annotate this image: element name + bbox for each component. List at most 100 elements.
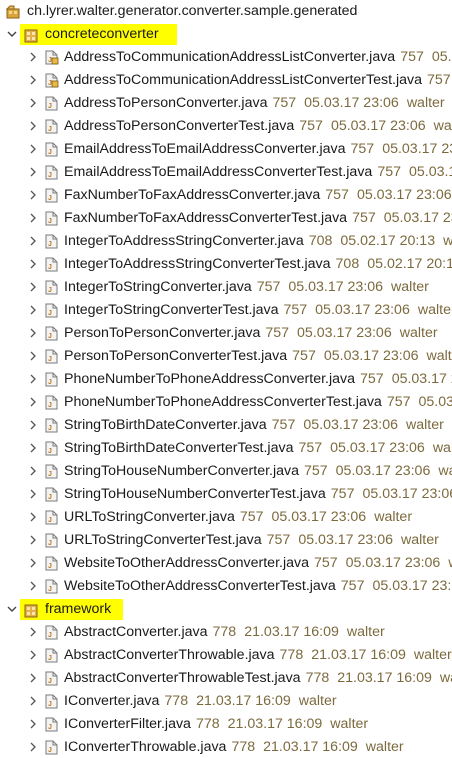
- tree-row-file[interactable]: J AddressToPersonConverter.java 757 05.03.1…: [0, 92, 452, 115]
- tree-row-file[interactable]: J PersonToPersonConverterTest.java 757 05.0…: [0, 345, 452, 368]
- tree-row-file[interactable]: J AbstractConverter.java 778 21.03.17 16:09…: [0, 621, 452, 644]
- tree-row-file[interactable]: J StringToBirthDateConverterTest.java 757 0…: [0, 437, 452, 460]
- java-file-icon: J: [44, 418, 59, 433]
- tree-row-file[interactable]: J StringToHouseNumberConverterTest.java 75…: [0, 483, 452, 506]
- tree-row-package-framework[interactable]: framework: [0, 598, 452, 621]
- tree-row-file[interactable]: J IConverterFilter.java 778 21.03.17 16:09 w…: [0, 713, 452, 736]
- tree-row-file[interactable]: J PhoneNumberToPhoneAddressConverterTest.…: [0, 391, 452, 414]
- java-file-icon: J: [44, 119, 59, 134]
- tree-row-package-concreteconverter[interactable]: concreteconverter: [0, 23, 452, 46]
- package-explorer-tree: ch.lyrer.walter.generator.converter.samp…: [0, 0, 452, 758]
- java-file-icon: J: [44, 487, 59, 502]
- tree-row-file[interactable]: J AddressToCommunicationAddressListConver…: [0, 46, 452, 69]
- chevron-right-icon[interactable]: [27, 644, 39, 667]
- tree-row-file[interactable]: J FaxNumberToFaxAddressConverterTest.java…: [0, 207, 452, 230]
- chevron-right-icon[interactable]: [27, 736, 39, 758]
- tree-row-file[interactable]: J AddressToPersonConverterTest.java 757 05.…: [0, 115, 452, 138]
- file-date: 05.03.17 23:06: [315, 302, 410, 318]
- chevron-right-icon[interactable]: [27, 138, 39, 161]
- tree-row-file[interactable]: J IConverter.java 778 21.03.17 16:09 walter: [0, 690, 452, 713]
- svg-text:J: J: [48, 264, 52, 271]
- chevron-right-icon[interactable]: [27, 161, 39, 184]
- file-name: AddressToPersonConverterTest.java: [64, 118, 295, 134]
- chevron-right-icon[interactable]: [27, 115, 39, 138]
- tree-row-file[interactable]: J URLToStringConverterTest.java 757 05.03.1…: [0, 529, 452, 552]
- chevron-right-icon[interactable]: [27, 184, 39, 207]
- svg-text:J: J: [48, 563, 52, 570]
- file-date: 21.03.17 16:09: [196, 693, 291, 709]
- chevron-right-icon[interactable]: [27, 552, 39, 575]
- file-name: WebsiteToOtherAddressConverterTest.java: [64, 578, 336, 594]
- tree-row-file[interactable]: J IntegerToAddressStringConverter.java 708…: [0, 230, 452, 253]
- file-revision: 757: [340, 578, 365, 594]
- chevron-right-icon[interactable]: [27, 414, 39, 437]
- tree-row-file[interactable]: J EmailAddressToEmailAddressConverterTest…: [0, 161, 452, 184]
- file-date: 21.03.17 16:09: [337, 670, 432, 686]
- file-name: FaxNumberToFaxAddressConverterTest.java: [64, 210, 348, 226]
- chevron-right-icon[interactable]: [27, 460, 39, 483]
- java-file-icon: J: [44, 349, 59, 364]
- tree-row-file[interactable]: J StringToHouseNumberConverter.java 757 05.…: [0, 460, 452, 483]
- chevron-right-icon[interactable]: [27, 575, 39, 598]
- tree-row-file[interactable]: J URLToStringConverter.java 757 05.03.17 23…: [0, 506, 452, 529]
- tree-row-file[interactable]: J FaxNumberToFaxAddressConverter.java 757 0…: [0, 184, 452, 207]
- svg-text:J: J: [48, 149, 52, 156]
- chevron-right-icon[interactable]: [27, 506, 39, 529]
- svg-text:J: J: [48, 241, 52, 248]
- file-revision: 757: [377, 164, 401, 180]
- chevron-right-icon[interactable]: [27, 529, 39, 552]
- tree-row-file[interactable]: J StringToBirthDateConverter.java 757 05.03…: [0, 414, 452, 437]
- file-date: 05.03.17 23:06: [372, 578, 452, 594]
- chevron-down-icon[interactable]: [6, 23, 18, 46]
- chevron-right-icon[interactable]: [27, 253, 39, 276]
- chevron-right-icon[interactable]: [27, 230, 39, 253]
- chevron-down-icon[interactable]: [6, 598, 18, 621]
- chevron-right-icon[interactable]: [27, 368, 39, 391]
- chevron-right-icon[interactable]: [27, 690, 39, 713]
- tree-row-file[interactable]: J WebsiteToOtherAddressConverterTest.java…: [0, 575, 452, 598]
- file-revision: 757: [386, 394, 411, 410]
- svg-text:J: J: [48, 126, 52, 133]
- chevron-right-icon[interactable]: [27, 483, 39, 506]
- svg-text:J: J: [48, 310, 52, 317]
- tree-row-file[interactable]: J EmailAddressToEmailAddressConverter.jav…: [0, 138, 452, 161]
- tree-row-file[interactable]: J PersonToPersonConverter.java 757 05.03.17…: [0, 322, 452, 345]
- java-file-icon: J: [44, 579, 59, 594]
- tree-row-root[interactable]: ch.lyrer.walter.generator.converter.samp…: [0, 0, 452, 23]
- chevron-right-icon[interactable]: [27, 667, 39, 690]
- file-author: walter: [448, 555, 452, 571]
- java-file-icon: J: [44, 648, 59, 663]
- chevron-right-icon[interactable]: [27, 621, 39, 644]
- tree-row-file[interactable]: J PhoneNumberToPhoneAddressConverter.java…: [0, 368, 452, 391]
- chevron-right-icon[interactable]: [27, 92, 39, 115]
- chevron-right-icon[interactable]: [27, 207, 39, 230]
- file-revision: 757: [239, 509, 264, 525]
- tree-row-file[interactable]: J IntegerToStringConverter.java 757 05.03.1…: [0, 276, 452, 299]
- chevron-right-icon[interactable]: [27, 713, 39, 736]
- chevron-right-icon[interactable]: [27, 391, 39, 414]
- tree-row-file[interactable]: J IntegerToAddressStringConverterTest.jav…: [0, 253, 452, 276]
- tree-row-file[interactable]: J IConverterThrowable.java 778 21.03.17 16:…: [0, 736, 452, 758]
- tree-row-file[interactable]: J AddressToCommunicationAddressListConver…: [0, 69, 452, 92]
- chevron-right-icon[interactable]: [27, 345, 39, 368]
- tree-row-file[interactable]: J AbstractConverterThrowable.java 778 21.03…: [0, 644, 452, 667]
- file-entry: PersonToPersonConverterTest.java 757 05.03…: [64, 345, 452, 368]
- tree-row-file[interactable]: J IntegerToStringConverterTest.java 757 05.…: [0, 299, 452, 322]
- chevron-right-icon[interactable]: [27, 276, 39, 299]
- file-date: 05.02.17 20:13: [367, 256, 452, 272]
- svg-text:J: J: [48, 701, 52, 708]
- chevron-right-icon[interactable]: [27, 322, 39, 345]
- chevron-right-icon[interactable]: [27, 69, 39, 92]
- file-author: walter: [330, 716, 369, 732]
- chevron-right-icon[interactable]: [27, 437, 39, 460]
- tree-row-file[interactable]: J WebsiteToOtherAddressConverter.java 757 0…: [0, 552, 452, 575]
- file-date: 05.03.17 23:06: [303, 417, 399, 433]
- chevron-right-icon[interactable]: [27, 46, 39, 69]
- java-file-icon: J: [44, 303, 59, 318]
- svg-text:J: J: [48, 655, 52, 662]
- file-revision: 757: [427, 72, 451, 88]
- file-name: WebsiteToOtherAddressConverter.java: [64, 555, 309, 571]
- chevron-right-icon[interactable]: [27, 299, 39, 322]
- tree-row-file[interactable]: J AbstractConverterThrowableTest.java 778 2…: [0, 667, 452, 690]
- file-date: 05.03.17 23:06: [345, 555, 441, 571]
